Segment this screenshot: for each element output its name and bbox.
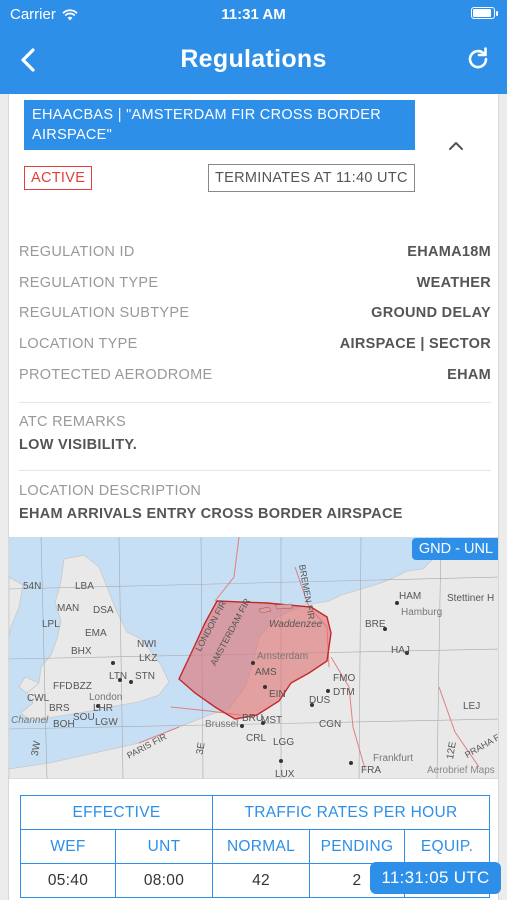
airport-label: LEJ xyxy=(463,701,481,712)
regulation-title-banner: EHAACBAS | "AMSTERDAM FIR CROSS BORDER A… xyxy=(24,100,415,150)
airport-label: SOU xyxy=(73,712,95,723)
airport-label: MST xyxy=(261,715,283,726)
map-place-label: London xyxy=(89,692,123,703)
field-label: REGULATION SUBTYPE xyxy=(19,305,190,321)
airport-label: LHR xyxy=(93,703,114,714)
map-attribution: Aerobrief Maps xyxy=(427,765,495,776)
field-value: EHAMA18M xyxy=(407,244,491,260)
airport-label: MAN xyxy=(57,603,80,614)
airport-label: LBA xyxy=(75,581,94,592)
airport-label: FFD xyxy=(53,681,73,692)
battery-icon xyxy=(471,7,498,19)
map-fir-label: PARIS FIR xyxy=(125,731,169,761)
map-place-label: Channel xyxy=(11,715,49,726)
location-description-label: LOCATION DESCRIPTION xyxy=(19,483,202,499)
field-label: REGULATION TYPE xyxy=(19,275,159,291)
airport-label: LTN xyxy=(109,671,128,682)
airport-label: DUS xyxy=(309,695,331,706)
table-header-row: EFFECTIVE TRAFFIC RATES PER HOUR xyxy=(20,795,490,830)
status-time: 11:31 AM xyxy=(221,6,286,23)
airport-label: HAM xyxy=(399,591,422,602)
divider xyxy=(19,470,491,471)
altitude-band-badge: GND - UNL xyxy=(411,538,498,560)
map-place-label: Frankfurt xyxy=(373,753,414,764)
airport-label: BOH xyxy=(53,719,75,730)
divider xyxy=(19,402,491,403)
airport-label: BRE xyxy=(365,619,386,630)
field-value: AIRSPACE | SECTOR xyxy=(339,336,491,352)
field-value: WEATHER xyxy=(416,275,491,291)
airport-label: HAJ xyxy=(391,645,410,656)
airport-label: CWL xyxy=(27,693,50,704)
airport-label: FRA xyxy=(361,765,381,776)
utc-clock-badge: 11:31:05 UTC xyxy=(370,862,501,894)
map-lon-label: 3E xyxy=(194,741,208,756)
nav-bar: Regulations xyxy=(0,28,507,94)
atc-remarks-value: LOW VISIBILITY. xyxy=(19,437,138,453)
airport-label: CRL xyxy=(246,733,267,744)
column-header: PENDING xyxy=(309,829,405,864)
map-place-label: Hamburg xyxy=(401,607,443,618)
airport-label: BRS xyxy=(49,703,70,714)
airport-label: FMO xyxy=(333,673,356,684)
table-cell: 42 xyxy=(212,863,310,898)
traffic-rates-header: TRAFFIC RATES PER HOUR xyxy=(212,795,490,830)
regulation-map[interactable]: 54N 3W 3E 12E LONDON FIR AMSTERDAM FIR B… xyxy=(9,537,499,779)
airport-label: LGW xyxy=(95,717,118,728)
map-lat-label: 54N xyxy=(23,581,42,592)
airport-label: DTM xyxy=(333,687,355,698)
map-fir-label: BREMEN FIR xyxy=(297,563,317,621)
status-badge: ACTIVE xyxy=(24,166,93,190)
airport-label: STN xyxy=(135,671,155,682)
column-header: UNT xyxy=(115,829,213,864)
refresh-icon[interactable] xyxy=(465,46,491,72)
effective-header: EFFECTIVE xyxy=(20,795,213,830)
map-fir-label: PRAHA F xyxy=(463,732,499,760)
map-lon-label: 3W xyxy=(29,740,44,757)
table-cell: 05:40 xyxy=(20,863,116,898)
regulation-card: EHAACBAS | "AMSTERDAM FIR CROSS BORDER A… xyxy=(8,94,499,900)
airport-label: NWI xyxy=(137,639,157,650)
status-bar: Carrier 11:31 AM xyxy=(0,0,507,28)
airport-label: BRU xyxy=(242,713,264,724)
map-place-label: Waddenzee xyxy=(269,619,323,630)
airport-label: EMA xyxy=(85,628,107,639)
table-column-row: WEF UNT NORMAL PENDING EQUIP. xyxy=(20,829,490,864)
airport-label: LKZ xyxy=(139,653,158,664)
map-place-label: Brussel xyxy=(205,719,239,730)
page-title: Regulations xyxy=(180,45,327,73)
table-cell: 08:00 xyxy=(115,863,213,898)
atc-remarks-label: ATC REMARKS xyxy=(19,414,126,430)
airport-label: BHX xyxy=(71,646,92,657)
column-header: WEF xyxy=(20,829,116,864)
field-label: REGULATION ID xyxy=(19,244,135,260)
map-place-label: Stettiner H xyxy=(447,593,495,604)
airport-label: CGN xyxy=(319,719,342,730)
airport-label: LPL xyxy=(42,619,60,630)
airport-label: LGG xyxy=(273,737,295,748)
column-header: NORMAL xyxy=(212,829,310,864)
location-description-value: EHAM ARRIVALS ENTRY CROSS BORDER AIRSPAC… xyxy=(19,506,403,522)
airport-label: DSA xyxy=(93,605,114,616)
field-label: PROTECTED AERODROME xyxy=(19,367,213,383)
airport-label: AMS xyxy=(255,667,277,678)
field-value: EHAM xyxy=(447,367,491,383)
termination-badge: TERMINATES AT 11:40 UTC xyxy=(208,164,415,192)
map-place-label: Amsterdam xyxy=(257,651,309,662)
chevron-up-icon[interactable] xyxy=(445,138,467,154)
field-value: GROUND DELAY xyxy=(371,305,491,321)
airport-label: EIN xyxy=(269,689,286,700)
column-header: EQUIP. xyxy=(404,829,490,864)
airport-label: BZZ xyxy=(73,681,92,692)
airport-label: LUX xyxy=(275,769,295,779)
field-label: LOCATION TYPE xyxy=(19,336,138,352)
map-lon-label: 12E xyxy=(444,740,459,761)
